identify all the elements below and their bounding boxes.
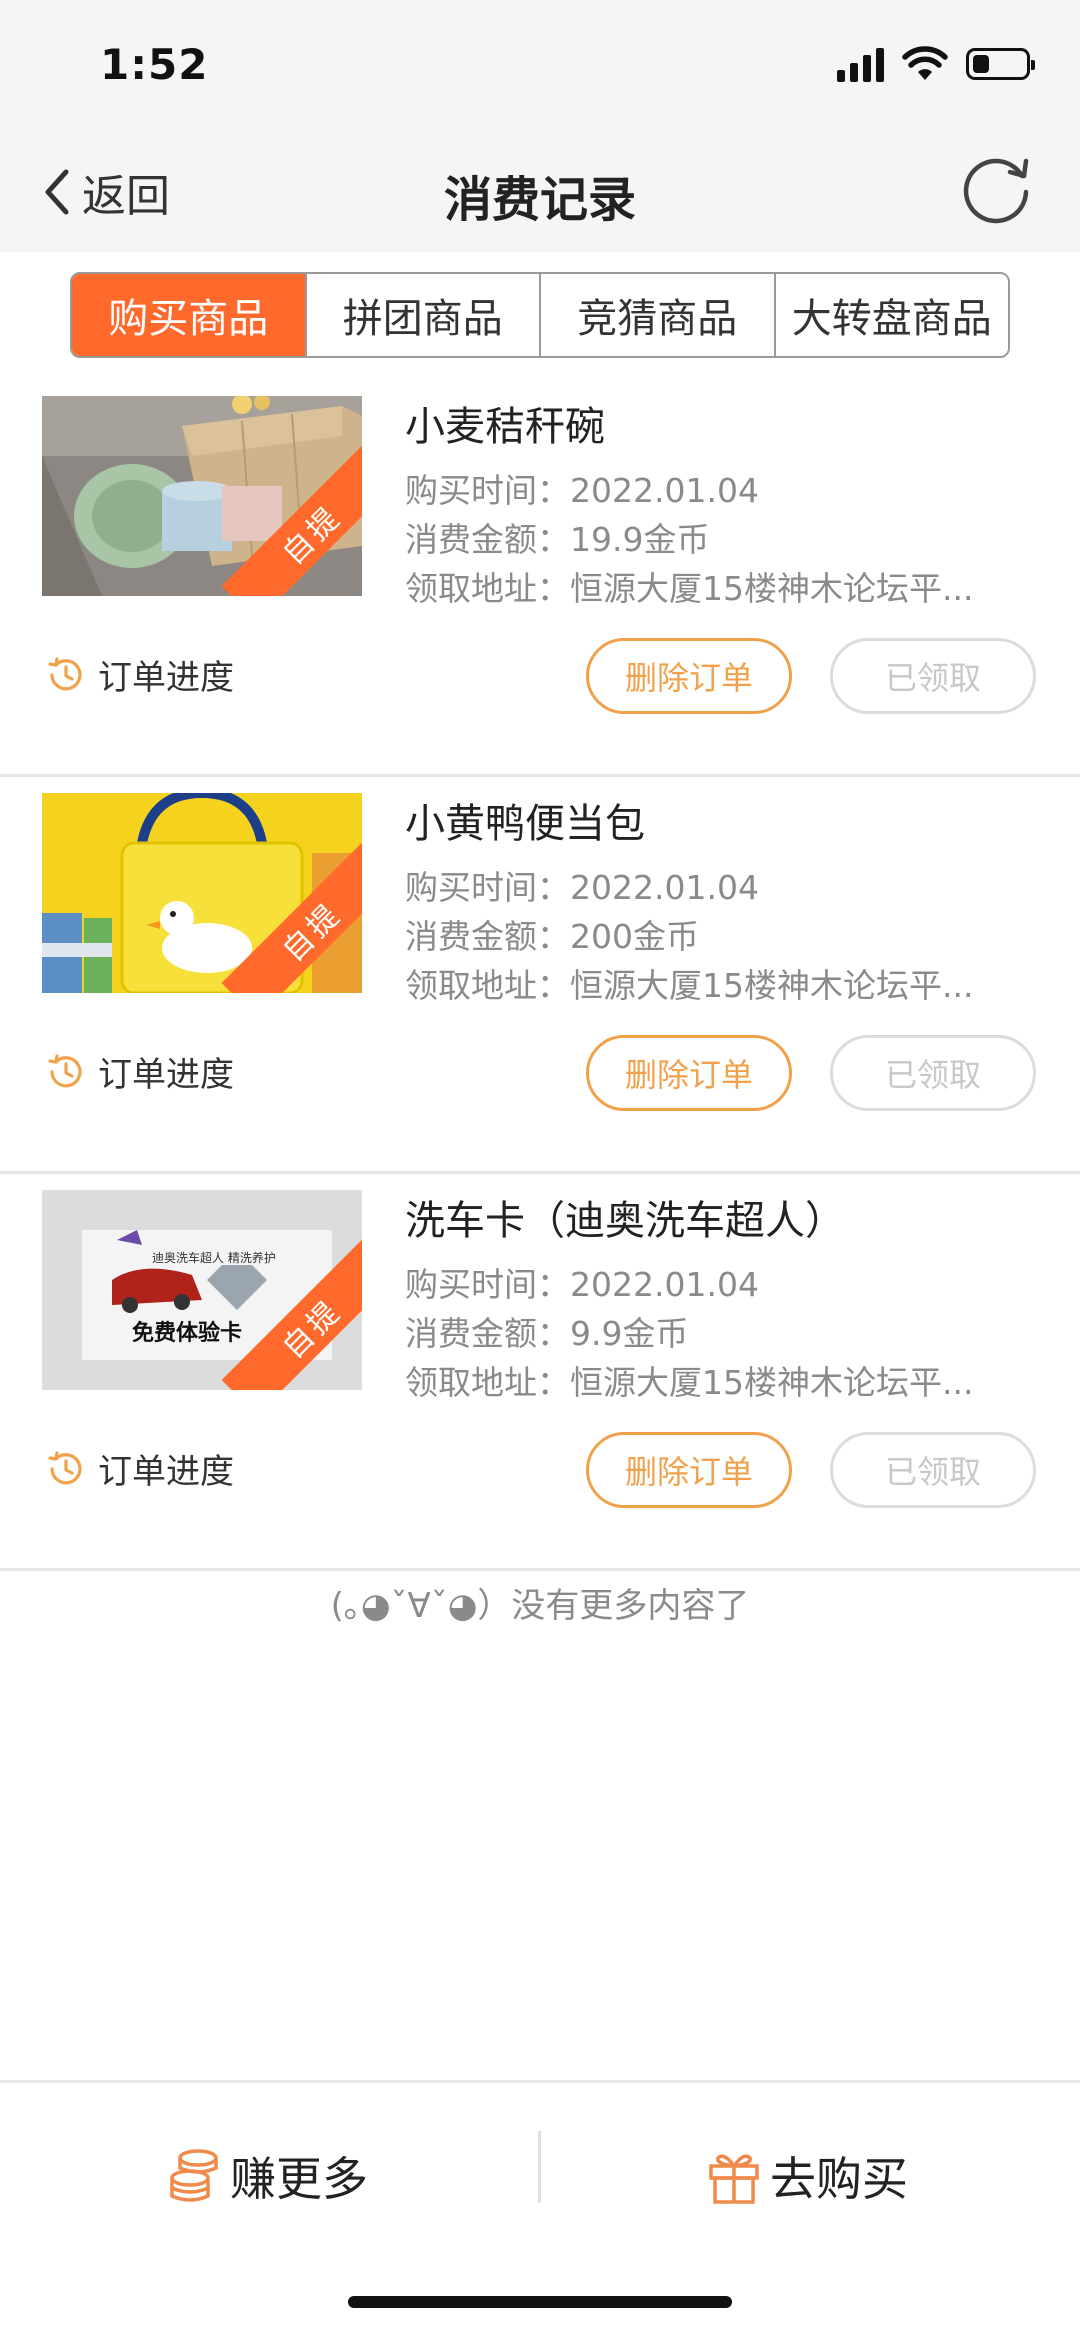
top-bar: 1:52 返回 消费记录 [0, 0, 1080, 252]
spend-amount: 消费金额：19.9金币 [405, 520, 710, 559]
claimed-status-button: 已领取 [830, 1432, 1036, 1508]
delete-order-button[interactable]: 删除订单 [586, 1432, 792, 1508]
back-button[interactable]: 返回 [40, 160, 170, 224]
wifi-icon [902, 46, 948, 80]
order-progress-link[interactable]: 订单进度 [44, 1444, 234, 1493]
product-title: 小黄鸭便当包 [405, 801, 645, 847]
order-info: 小黄鸭便当包 购买时间：2022.01.04 消费金额：200金币 领取地址：恒… [405, 791, 1045, 1010]
pickup-address: 领取地址：恒源大厦15楼神木论坛平... [405, 966, 974, 1005]
product-image-duck-bag[interactable]: 自提 [42, 793, 362, 993]
history-clock-icon [48, 1450, 82, 1484]
spend-amount: 消费金额：200金币 [405, 917, 699, 956]
product-image-bowl[interactable]: 自提 [42, 396, 362, 596]
tab-wheel-goods[interactable]: 大转盘商品 [775, 274, 1008, 356]
tab-guess-goods[interactable]: 竞猜商品 [541, 274, 776, 356]
earn-more-label: 赚更多 [230, 2152, 368, 2206]
order-progress-label: 订单进度 [98, 1452, 234, 1492]
home-indicator [348, 2296, 732, 2308]
card-text-top: 迪奥洗车超人 精洗养护 [152, 1250, 276, 1265]
status-time: 1:52 [100, 40, 209, 89]
no-more-content-note: (｡◕ˇ∀ˇ◕）没有更多内容了 [330, 1586, 750, 1626]
purchase-time: 购买时间：2022.01.04 [405, 471, 759, 510]
go-buy-label: 去购买 [770, 2152, 908, 2206]
tab-group-goods[interactable]: 拼团商品 [306, 274, 541, 356]
claimed-status-button: 已领取 [830, 638, 1036, 714]
history-clock-icon [48, 656, 82, 690]
battery-level [973, 55, 989, 73]
order-item: 自提 小黄鸭便当包 购买时间：2022.01.04 消费金额：200金币 领取地… [0, 777, 1080, 1174]
back-label: 返回 [82, 171, 170, 222]
pickup-address: 领取地址：恒源大厦15楼神木论坛平... [405, 569, 974, 608]
product-image-car-wash-card[interactable]: 迪奥洗车超人 精洗养护 免费体验卡 自提 [42, 1190, 362, 1390]
product-title: 洗车卡（迪奥洗车超人） [405, 1198, 845, 1244]
bottom-divider [538, 2131, 541, 2203]
delete-order-button[interactable]: 删除订单 [586, 1035, 792, 1111]
purchase-time: 购买时间：2022.01.04 [405, 1265, 759, 1304]
pickup-address: 领取地址：恒源大厦15楼神木论坛平... [405, 1363, 974, 1402]
claimed-status-button: 已领取 [830, 1035, 1036, 1111]
gift-icon [709, 2154, 759, 2204]
spend-amount: 消费金额：9.9金币 [405, 1314, 689, 1353]
order-info: 小麦秸秆碗 购买时间：2022.01.04 消费金额：19.9金币 领取地址：恒… [405, 394, 1045, 613]
history-clock-icon [48, 1053, 82, 1087]
order-progress-label: 订单进度 [98, 658, 234, 698]
earn-more-button[interactable]: 赚更多 [168, 2143, 368, 2209]
order-info: 洗车卡（迪奥洗车超人） 购买时间：2022.01.04 消费金额：9.9金币 领… [405, 1188, 1045, 1407]
cellular-signal-icon [837, 46, 884, 82]
coin-stack-icon [170, 2149, 218, 2202]
order-progress-label: 订单进度 [98, 1055, 234, 1095]
category-tabs: 购买商品 拼团商品 竞猜商品 大转盘商品 [70, 272, 1010, 358]
refresh-icon[interactable] [956, 150, 1036, 230]
status-icons [837, 46, 1035, 82]
order-item: 自提 小麦秸秆碗 购买时间：2022.01.04 消费金额：19.9金币 领取地… [0, 380, 1080, 777]
order-item: 迪奥洗车超人 精洗养护 免费体验卡 自提 洗车卡（迪奥洗车超人） 购买时间：20… [0, 1174, 1080, 1571]
card-text-main: 免费体验卡 [132, 1320, 242, 1346]
order-list: 自提 小麦秸秆碗 购买时间：2022.01.04 消费金额：19.9金币 领取地… [0, 380, 1080, 1571]
battery-icon [966, 48, 1035, 80]
go-buy-button[interactable]: 去购买 [708, 2143, 908, 2209]
order-progress-link[interactable]: 订单进度 [44, 1047, 234, 1096]
delete-order-button[interactable]: 删除订单 [586, 638, 792, 714]
tab-purchase-goods[interactable]: 购买商品 [72, 274, 307, 356]
product-title: 小麦秸秆碗 [405, 404, 605, 450]
purchase-time: 购买时间：2022.01.04 [405, 868, 759, 907]
screen: 1:52 返回 消费记录 购买商品 拼团商品 竞猜商品 大转盘商品 自提 小麦秸… [0, 0, 1080, 2337]
order-progress-link[interactable]: 订单进度 [44, 650, 234, 699]
chevron-left-icon [45, 169, 69, 215]
